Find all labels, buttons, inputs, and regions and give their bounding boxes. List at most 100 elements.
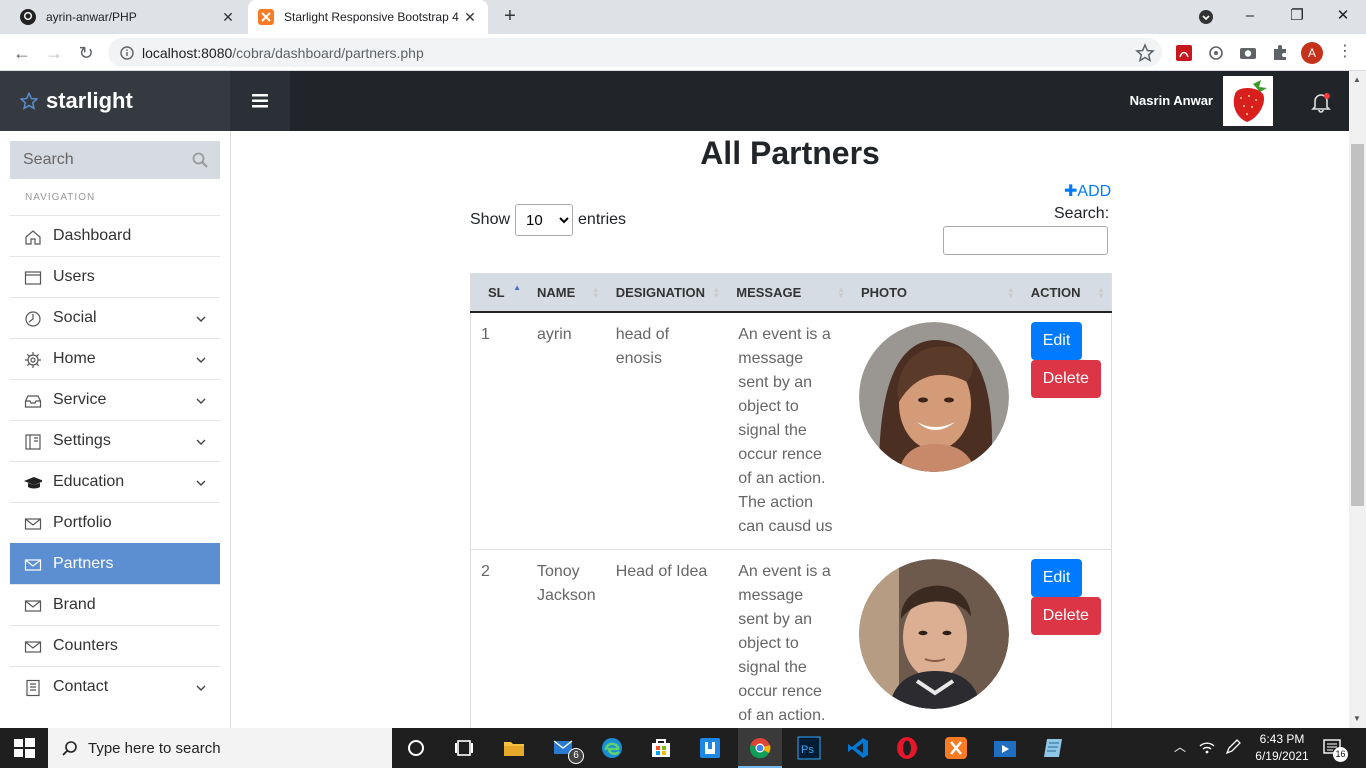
opera-icon[interactable] [895, 736, 919, 760]
delete-button[interactable]: Delete [1030, 597, 1101, 635]
sidebar-search-input[interactable]: Search [10, 141, 220, 179]
hamburger-icon [252, 94, 268, 108]
search-placeholder: Search [23, 151, 74, 168]
notification-bell-icon[interactable] [1310, 91, 1332, 113]
svg-text:Ps: Ps [801, 744, 814, 756]
menu-toggle-button[interactable] [230, 71, 290, 131]
table-row: 2 Tonoy Jackson Head of Idea An event is… [470, 549, 1112, 728]
table-row: 1 ayrin head of enosis An event is a mes… [470, 312, 1112, 550]
cell-designation: Head of Idea [605, 549, 727, 728]
url-host: localhost:8080 [142, 44, 233, 61]
info-icon[interactable] [120, 45, 134, 60]
task-view-icon[interactable] [452, 736, 476, 760]
page-scrollbar[interactable]: ▲ ▼ [1349, 71, 1366, 728]
sidebar-item-counters[interactable]: Counters [10, 625, 220, 666]
notes-app-icon[interactable] [1042, 736, 1066, 760]
media-app-icon[interactable] [993, 736, 1017, 760]
envelope-icon [24, 600, 42, 612]
browser-tab-starlight[interactable]: Starlight Responsive Bootstrap 4 ✕ [248, 0, 488, 34]
cell-photo [850, 549, 1021, 728]
forward-icon[interactable]: → [44, 43, 64, 63]
bookmark-star-icon[interactable] [1135, 43, 1155, 63]
store-icon[interactable] [649, 736, 673, 760]
sidebar-item-dashboard[interactable]: Dashboard [10, 215, 220, 256]
wifi-icon[interactable] [1198, 738, 1216, 756]
search-icon[interactable] [192, 152, 208, 168]
sidebar: Search NAVIGATION Dashboard Users Social Ho… [0, 131, 231, 728]
cell-action: Edit Delete [1020, 549, 1112, 728]
sidebar-item-settings[interactable]: Settings [10, 420, 220, 461]
close-tab-icon[interactable]: ✕ [220, 9, 236, 25]
camera-extension-icon[interactable] [1238, 43, 1258, 63]
close-tab-icon[interactable]: ✕ [462, 9, 478, 25]
pen-icon[interactable] [1224, 738, 1242, 756]
browser-tab-github[interactable]: ayrin-anwar/PHP ✕ [0, 0, 246, 34]
edit-button[interactable]: Edit [1030, 322, 1083, 360]
sidebar-item-label: Service [53, 391, 107, 408]
cortana-icon[interactable] [404, 736, 428, 760]
column-header-message[interactable]: MESSAGE ▲ ▼ [726, 273, 851, 313]
windows-start-icon[interactable] [12, 736, 36, 760]
system-clock[interactable]: 6:43 PM 6/19/2021 [1253, 731, 1311, 765]
app-icon[interactable] [698, 736, 722, 760]
sidebar-item-portfolio[interactable]: Portfolio [10, 502, 220, 543]
cloud-extension-icon[interactable] [1206, 43, 1226, 63]
taskbar-search-input[interactable]: Type here to search [48, 728, 392, 768]
user-avatar[interactable] [1223, 76, 1273, 126]
restore-icon[interactable]: ❐ [1287, 6, 1307, 26]
tab-title: Starlight Responsive Bootstrap 4 [284, 10, 459, 24]
column-label: DESIGNATION [615, 284, 706, 300]
gear-icon [25, 352, 41, 368]
edit-button[interactable]: Edit [1030, 559, 1083, 597]
search-icon [62, 741, 77, 756]
sidebar-item-brand[interactable]: Brand [10, 584, 220, 625]
url-input[interactable]: localhost:8080/cobra/dashboard/partners.… [108, 38, 1162, 67]
notification-count-badge: 16 [1333, 747, 1348, 762]
column-header-designation[interactable]: DESIGNATION ▲ ▼ [605, 273, 727, 313]
sidebar-item-partners[interactable]: Partners [10, 543, 220, 584]
chevron-down-icon [196, 439, 206, 445]
table-search-input[interactable] [943, 226, 1108, 255]
scroll-down-icon[interactable]: ▼ [1353, 714, 1361, 723]
column-header-photo[interactable]: PHOTO ▲ ▼ [850, 273, 1021, 313]
xampp-icon[interactable] [944, 736, 968, 760]
pdf-extension-icon[interactable] [1174, 43, 1194, 63]
partners-table: SL ▲ NAME ▲ ▼ DESIGNATION ▲ ▼ MESSAGE ▲ ▼ PHOTO… [470, 273, 1112, 728]
column-header-sl[interactable]: SL ▲ [470, 273, 527, 313]
sidebar-item-social[interactable]: Social [10, 297, 220, 338]
new-tab-button[interactable]: + [500, 6, 520, 26]
sidebar-item-education[interactable]: Education [10, 461, 220, 502]
puzzle-extensions-icon[interactable] [1270, 43, 1290, 63]
minimize-icon[interactable]: – [1240, 6, 1260, 26]
column-header-name[interactable]: NAME ▲ ▼ [526, 273, 606, 313]
show-hidden-icons[interactable]: ︿ [1174, 738, 1186, 755]
edge-icon[interactable] [600, 736, 624, 760]
brand-name: starlight [46, 88, 133, 113]
column-header-action[interactable]: ACTION ▲ ▼ [1020, 273, 1112, 313]
brand-logo[interactable]: starlight [0, 71, 230, 131]
user-name[interactable]: Nasrin Anwar [1130, 93, 1213, 108]
reload-icon[interactable]: ↻ [76, 43, 96, 63]
entries-label: entries [578, 211, 627, 228]
back-icon[interactable]: ← [12, 43, 32, 63]
tab-search-icon[interactable] [1198, 9, 1214, 25]
scrollbar-thumb[interactable] [1351, 144, 1364, 506]
delete-button[interactable]: Delete [1030, 360, 1101, 398]
profile-avatar[interactable]: A [1301, 42, 1323, 64]
partner-photo-woman [858, 322, 1009, 472]
photoshop-icon[interactable]: Ps [797, 736, 821, 760]
chevron-down-icon [196, 357, 206, 363]
close-window-icon[interactable]: ✕ [1333, 6, 1353, 26]
sidebar-item-label: Education [53, 473, 125, 490]
entries-select[interactable]: 10 [515, 204, 574, 236]
chrome-taskbar-item[interactable] [738, 728, 782, 768]
add-partner-link[interactable]: ✚ADD [1064, 181, 1111, 201]
sidebar-item-contact[interactable]: Contact [10, 666, 220, 707]
file-explorer-icon[interactable] [502, 736, 526, 760]
sidebar-item-users[interactable]: Users [10, 256, 220, 297]
sidebar-item-home[interactable]: Home [10, 338, 220, 379]
vscode-icon[interactable] [846, 736, 870, 760]
browser-menu-icon[interactable]: ⋮ [1337, 42, 1353, 62]
scroll-up-icon[interactable]: ▲ [1353, 75, 1361, 84]
sidebar-item-service[interactable]: Service [10, 379, 220, 420]
